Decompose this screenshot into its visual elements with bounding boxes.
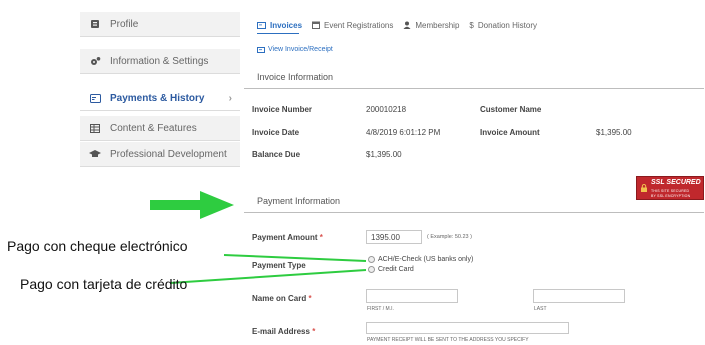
annotation-overlay — [150, 191, 367, 284]
annotation-echeck: Pago con cheque electrónico — [7, 238, 188, 254]
annotation-credit-card: Pago con tarjeta de crédito — [20, 276, 188, 292]
card-pointer-line — [169, 269, 367, 284]
green-arrow — [150, 191, 234, 219]
echeck-pointer-line — [223, 254, 367, 262]
